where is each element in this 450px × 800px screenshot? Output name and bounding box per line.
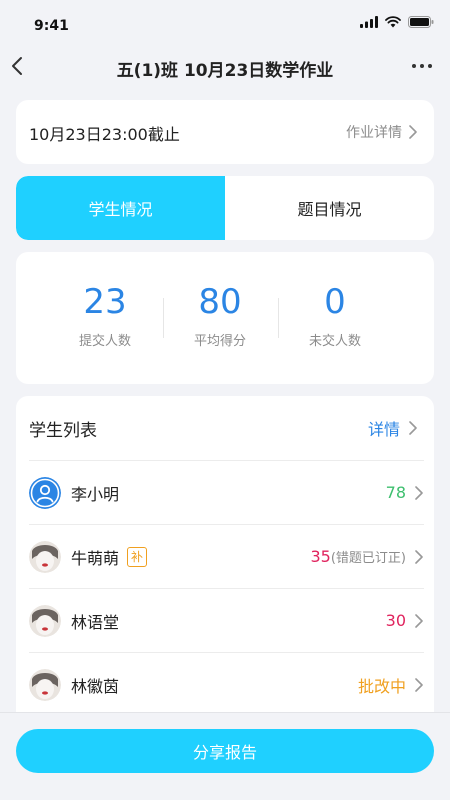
stat-value: 80 — [198, 282, 242, 322]
student-name: 林徽茵 — [71, 676, 120, 696]
student-score-area: 78 — [386, 483, 424, 502]
student-row[interactable]: 林语堂 30 — [29, 588, 424, 652]
student-score-area: 35(错题已订正) — [310, 547, 424, 566]
homework-detail-label: 作业详情 — [346, 125, 402, 141]
student-score: 30 — [385, 611, 406, 630]
stat-average: 80 平均得分 — [160, 282, 280, 349]
student-score: 批改中 — [357, 676, 406, 696]
tab-question-status[interactable]: 题目情况 — [225, 176, 434, 240]
stat-submitted: 23 提交人数 — [45, 282, 165, 349]
student-list-detail-label: 详情 — [367, 420, 400, 439]
stat-not-submitted: 0 未交人数 — [275, 282, 395, 349]
student-score: 78 — [385, 483, 406, 502]
student-list-header: 学生列表 详情 — [29, 396, 418, 460]
tab-student-status[interactable]: 学生情况 — [16, 176, 225, 240]
chevron-right-icon — [415, 613, 423, 628]
student-name: 牛萌萌 — [71, 548, 120, 568]
stat-label: 平均得分 — [193, 334, 246, 349]
tabs: 学生情况 题目情况 — [16, 176, 434, 240]
chevron-right-icon — [415, 549, 423, 564]
stat-value: 23 — [83, 282, 127, 322]
homework-detail-link[interactable]: 作业详情 — [346, 122, 418, 142]
stat-label: 未交人数 — [308, 334, 361, 349]
student-name: 李小明 — [71, 484, 120, 504]
status-bar: 9:41 — [0, 0, 450, 44]
chevron-right-icon — [409, 421, 417, 435]
stat-label: 提交人数 — [78, 334, 131, 349]
student-score-area: 批改中 — [358, 673, 424, 697]
wifi-icon — [385, 16, 401, 28]
default-user-icon — [29, 476, 61, 509]
stats-card: 23 提交人数 80 平均得分 0 未交人数 — [16, 252, 434, 384]
deadline-text: 10月23日23:00截止 — [29, 125, 180, 144]
chevron-right-icon — [409, 125, 417, 139]
student-list-detail-link[interactable]: 详情 — [368, 416, 418, 440]
stat-value: 0 — [324, 282, 346, 322]
student-score-group: 35(错题已订正) — [310, 547, 406, 566]
student-score: 35 — [310, 547, 331, 566]
score-note: (错题已订正) — [330, 551, 406, 566]
battery-icon — [408, 16, 434, 28]
chevron-right-icon — [415, 677, 423, 692]
deadline-card: 10月23日23:00截止 作业详情 — [16, 100, 434, 164]
student-list-title: 学生列表 — [29, 420, 97, 441]
chevron-right-icon — [415, 485, 423, 500]
bottom-bar: 分享报告 — [0, 712, 450, 800]
student-row[interactable]: 林徽茵 批改中 — [29, 652, 424, 716]
more-icon[interactable] — [410, 56, 434, 76]
signal-icon — [360, 16, 378, 28]
student-avatar — [29, 668, 61, 701]
student-row[interactable]: 李小明 78 — [29, 460, 424, 524]
makeup-tag: 补 — [127, 546, 148, 567]
student-avatar — [29, 540, 61, 573]
status-time: 9:41 — [34, 18, 69, 34]
status-icons — [360, 16, 434, 28]
page-title: 五(1)班 10月23日数学作业 — [116, 61, 334, 81]
share-report-button[interactable]: 分享报告 — [16, 729, 434, 773]
student-score-area: 30 — [386, 611, 424, 630]
back-arrow-icon[interactable] — [6, 54, 30, 78]
student-avatar — [29, 604, 61, 637]
student-row[interactable]: 牛萌萌 补 35(错题已订正) — [29, 524, 424, 588]
student-list-card: 学生列表 详情 李小明 78 牛萌萌 补 35(错题已订正) 林语堂 30 林徽… — [16, 396, 434, 726]
student-name: 林语堂 — [71, 612, 120, 632]
nav-bar: 五(1)班 10月23日数学作业 — [0, 44, 450, 90]
